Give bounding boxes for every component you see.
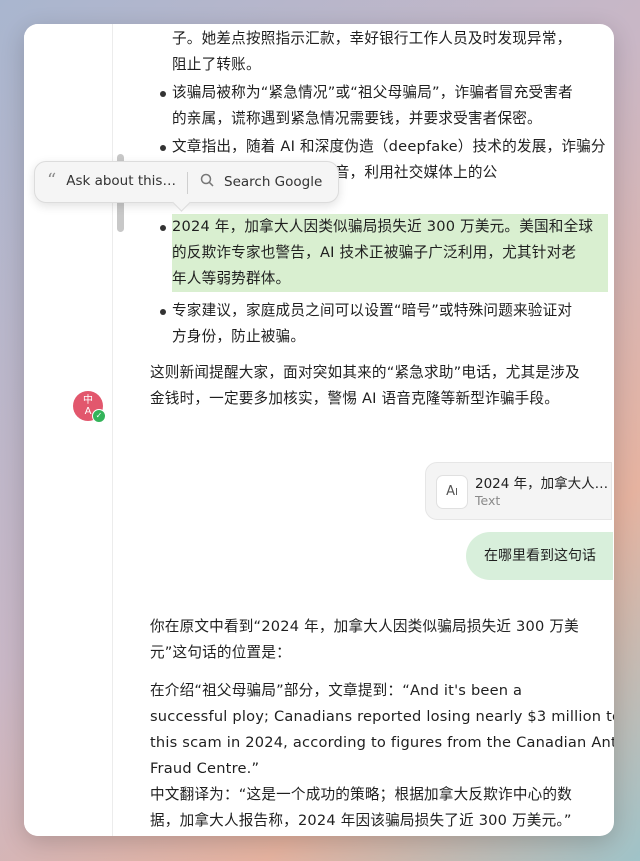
attachment-card[interactable]: AI 2024 年，加拿大人… Text xyxy=(425,462,612,520)
reply-quote: Fraud Centre.” xyxy=(150,760,260,777)
gutter-divider xyxy=(112,24,113,836)
selected-text[interactable]: 的反欺诈专家也警告，AI 技术正被骗子广泛利用，尤其针对老 xyxy=(172,240,576,266)
user-message-bubble: 在哪里看到这句话 xyxy=(466,532,613,580)
article-line: 阻止了转账。 xyxy=(172,56,261,73)
popup-separator xyxy=(187,172,188,194)
ask-about-button[interactable]: “ Ask about this… xyxy=(47,170,176,191)
translate-glyph-top: 中 xyxy=(83,395,93,406)
quote-icon: “ xyxy=(47,170,57,191)
search-google-button[interactable]: Search Google xyxy=(200,173,322,191)
bullet-dot xyxy=(160,309,166,315)
ask-about-label: Ask about this… xyxy=(66,173,176,189)
bullet-text: 文章指出，随着 AI 和深度伪造（deepfake）技术的发展，诈骗分 xyxy=(172,138,606,155)
reply-text: 元”这句话的位置是： xyxy=(150,644,291,661)
translate-icon[interactable]: 中 A ✓ xyxy=(73,391,106,423)
bullet-text: 专家建议，家庭成员之间可以设置“暗号”或特殊问题来验证对 xyxy=(172,302,573,319)
bullet-text: 该骗局被称为“紧急情况”或“祖父母骗局”，诈骗者冒充受害者 xyxy=(172,84,573,101)
selected-text[interactable]: 2024 年，加拿大人因类似骗局损失近 300 万美元。美国和全球 xyxy=(172,214,593,240)
selected-text[interactable]: 年人等弱势群体。 xyxy=(172,266,290,292)
reply-translation: 据，加拿大人报告称，2024 年因该骗局损失了近 300 万美元。” xyxy=(150,812,572,829)
reply-quote: 在介绍“祖父母骗局”部分，文章提到：“And it's been a xyxy=(150,682,523,699)
bullet-text: 方身份，防止被骗。 xyxy=(172,328,306,345)
summary-text: 金钱时，一定要多加核实，警惕 AI 语音克隆等新型诈骗手段。 xyxy=(150,390,560,407)
search-icon xyxy=(200,173,214,191)
attachment-name: 2024 年，加拿大人… xyxy=(475,476,609,492)
reply-quote: this scam in 2024, according to figures … xyxy=(150,734,614,751)
app-window: 子。她差点按照指示汇款，幸好银行工作人员及时发现异常， 阻止了转账。 该骗局被称… xyxy=(24,24,614,836)
bullet-dot xyxy=(160,91,166,97)
summary-text: 这则新闻提醒大家，面对突如其来的“紧急求助”电话，尤其是涉及 xyxy=(150,364,580,381)
reply-translation: 中文翻译为：“这是一个成功的策略；根据加拿大反欺诈中心的数 xyxy=(150,786,572,803)
left-gutter xyxy=(24,24,112,836)
article-line: 子。她差点按照指示汇款，幸好银行工作人员及时发现异常， xyxy=(172,30,572,47)
selection-popup: “ Ask about this… Search Google xyxy=(34,161,339,212)
bullet-dot xyxy=(160,145,166,151)
reply-text: 你在原文中看到“2024 年，加拿大人因类似骗局损失近 300 万美 xyxy=(150,618,579,635)
reply-quote: successful ploy; Canadians reported losi… xyxy=(150,708,614,725)
check-icon: ✓ xyxy=(92,409,106,423)
search-google-label: Search Google xyxy=(224,174,323,190)
bullet-dot xyxy=(160,225,166,231)
bullet-text: 的亲属，谎称遇到紧急情况需要钱，并要求受害者保密。 xyxy=(172,110,542,127)
attachment-type: Text xyxy=(475,493,501,508)
text-file-icon: AI xyxy=(436,475,468,509)
